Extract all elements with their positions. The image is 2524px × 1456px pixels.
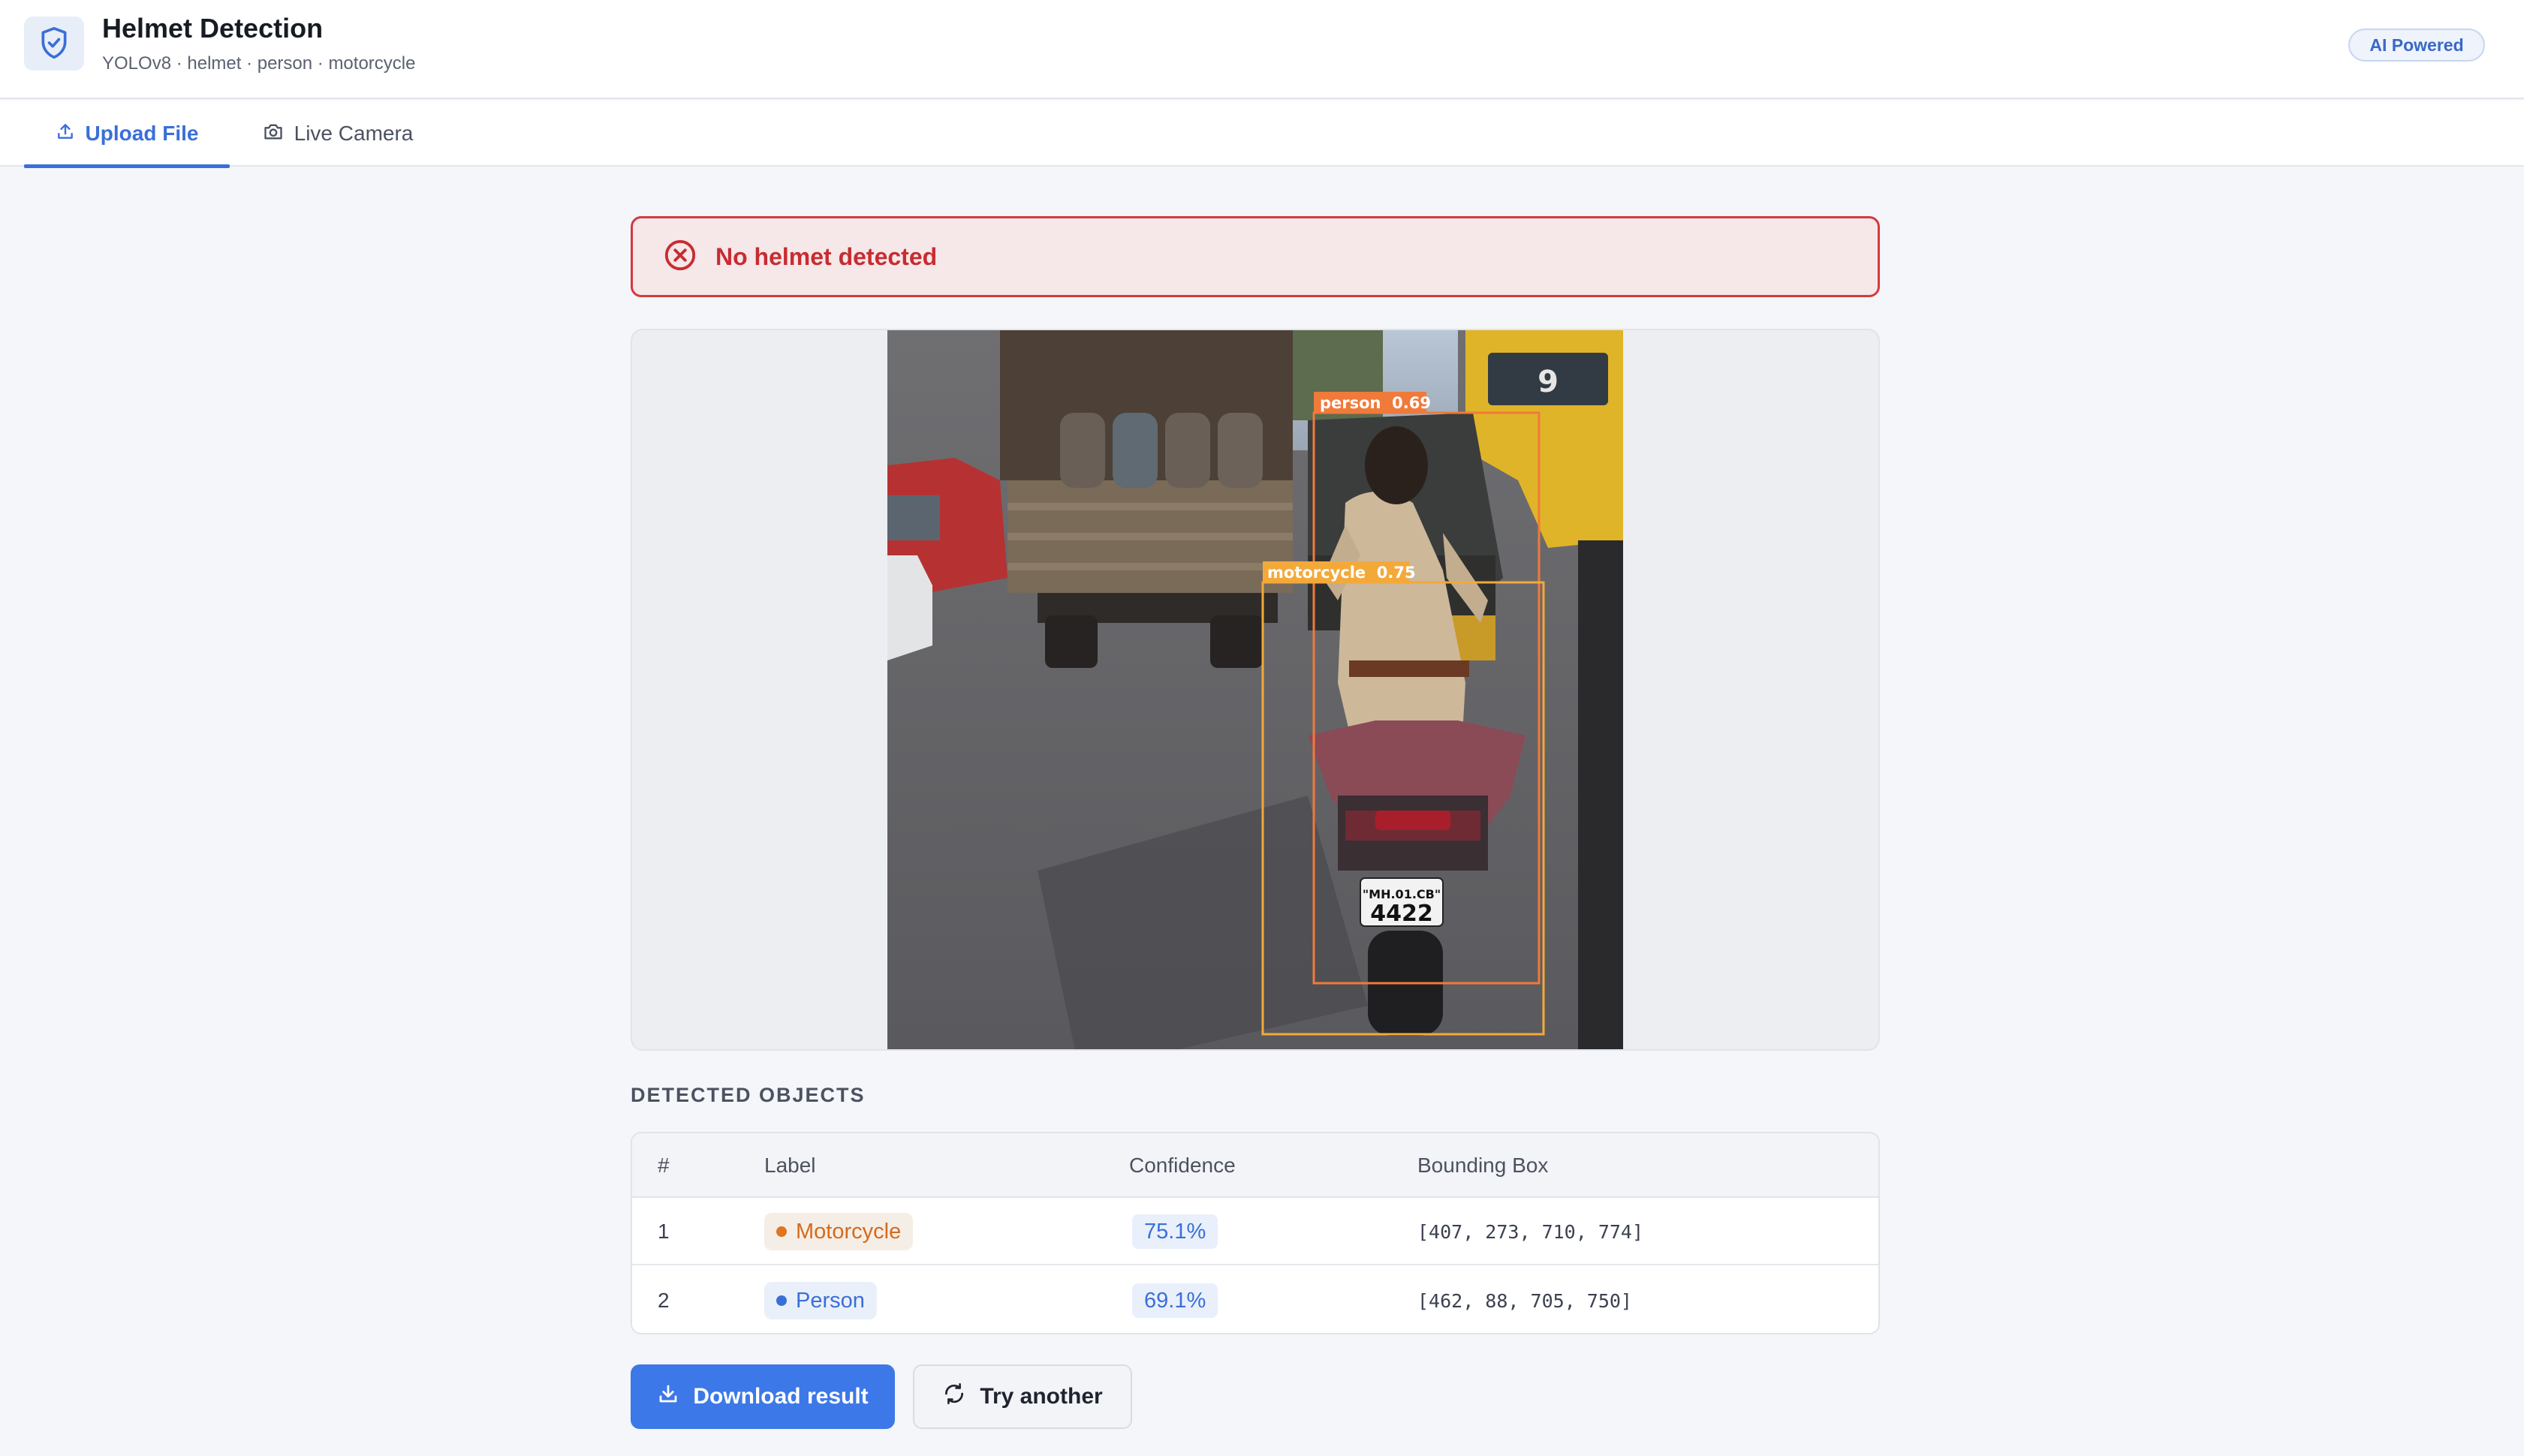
- app-title: Helmet Detection: [102, 13, 324, 44]
- motorcycle-label-chip: Motorcycle: [764, 1213, 914, 1250]
- person-detection-label: person 0.69: [1320, 394, 1431, 412]
- tab-live-camera[interactable]: Live Camera: [248, 101, 428, 167]
- app-header: Helmet Detection YOLOv8 · helmet · perso…: [0, 0, 2524, 99]
- try-another-button[interactable]: Try another: [913, 1364, 1132, 1429]
- row-number: 1: [658, 1220, 670, 1243]
- bounding-box-value: [407, 273, 710, 774]: [1417, 1220, 1644, 1243]
- column-header-confidence: Confidence: [1129, 1154, 1236, 1177]
- label-text: Person: [796, 1288, 865, 1313]
- plate-line-1: "MH.01.CB": [1363, 887, 1441, 901]
- bus-number: 9: [1538, 365, 1559, 399]
- refresh-icon: [942, 1382, 966, 1412]
- confidence-cell: 75.1%: [1132, 1198, 1218, 1265]
- shield-check-icon: [24, 17, 84, 71]
- bounding-box-value: [462, 88, 705, 750]: [1417, 1289, 1632, 1312]
- tab-label: Live Camera: [294, 122, 414, 145]
- column-header-label: Label: [764, 1154, 816, 1177]
- confidence-value: 75.1%: [1132, 1214, 1218, 1249]
- label-text: Motorcycle: [796, 1219, 902, 1244]
- table-header: # Label Confidence Bounding Box: [632, 1133, 1878, 1198]
- confidence-cell: 69.1%: [1132, 1267, 1218, 1333]
- detected-objects-table: # Label Confidence Bounding Box 1 Motorc…: [631, 1132, 1880, 1334]
- table-row: 2 Person 69.1% [462, 88, 705, 750]: [632, 1267, 1878, 1333]
- download-result-button[interactable]: Download result: [631, 1364, 895, 1429]
- person-dot-icon: [776, 1295, 787, 1306]
- upload-icon: [56, 122, 75, 146]
- no-helmet-alert: No helmet detected: [631, 216, 1880, 297]
- x-circle-icon: [663, 238, 697, 276]
- app-subtitle: YOLOv8 · helmet · person · motorcycle: [102, 53, 416, 74]
- table-row: 1 Motorcycle 75.1% [407, 273, 710, 774]: [632, 1198, 1878, 1265]
- tab-upload-file[interactable]: Upload File: [24, 101, 230, 168]
- try-another-label: Try another: [980, 1384, 1103, 1409]
- column-header-bounding-box: Bounding Box: [1417, 1154, 1549, 1177]
- download-icon: [657, 1382, 679, 1411]
- alert-text: No helmet detected: [715, 242, 938, 270]
- result-image-panel: 9 "MH.01.CB" 4422 person 0.69 motorcycle…: [631, 329, 1880, 1051]
- plate-line-2: 4422: [1370, 901, 1433, 927]
- tab-label: Upload File: [85, 122, 199, 145]
- person-label-chip: Person: [764, 1282, 877, 1319]
- mode-tabs: Upload File Live Camera: [0, 101, 2524, 168]
- row-number: 2: [658, 1289, 670, 1312]
- label-cell: Person: [764, 1267, 877, 1333]
- download-label: Download result: [693, 1384, 869, 1409]
- detected-objects-title: DETECTED OBJECTS: [631, 1084, 866, 1106]
- ai-powered-badge: AI Powered: [2348, 29, 2485, 62]
- detection-result-image: 9 "MH.01.CB" 4422 person 0.69 motorcycle…: [887, 330, 1623, 1049]
- camera-icon: [263, 122, 284, 146]
- motorcycle-detection-label: motorcycle 0.75: [1267, 564, 1416, 582]
- motorcycle-dot-icon: [776, 1226, 787, 1237]
- label-cell: Motorcycle: [764, 1198, 914, 1265]
- column-header-number: #: [658, 1154, 670, 1177]
- confidence-value: 69.1%: [1132, 1283, 1218, 1318]
